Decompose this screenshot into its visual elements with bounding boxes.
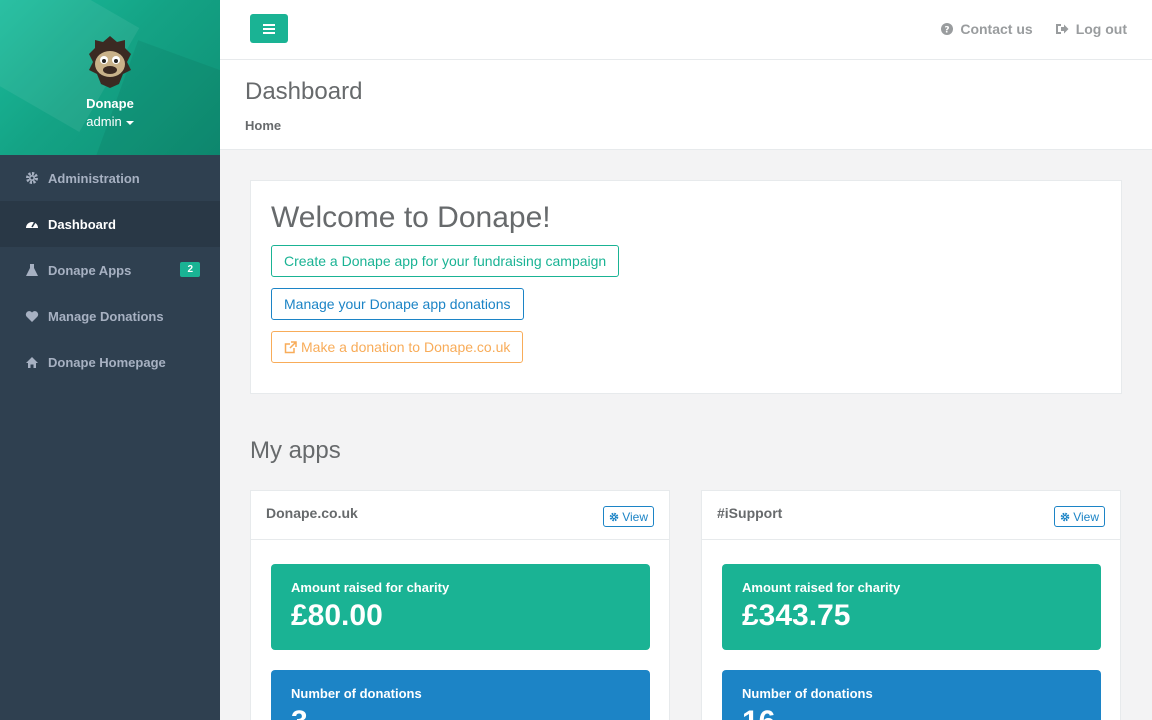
- menu-toggle-button[interactable]: [250, 14, 288, 43]
- manage-donations-button[interactable]: Manage your Donape app donations: [271, 288, 524, 320]
- create-app-button[interactable]: Create a Donape app for your fundraising…: [271, 245, 620, 277]
- app-panel: #iSupport View Amount raised for charity…: [701, 490, 1121, 720]
- user-name: admin: [86, 114, 122, 129]
- sidebar: Donape admin Administration Dashboard Do…: [0, 0, 220, 720]
- sidebar-item-dashboard[interactable]: Dashboard: [0, 201, 220, 247]
- top-navbar: ? Contact us Log out: [220, 0, 1152, 60]
- sidebar-item-administration[interactable]: Administration: [0, 155, 220, 201]
- sidebar-item-label: Donape Homepage: [48, 354, 166, 370]
- svg-text:?: ?: [945, 26, 950, 36]
- donations-count-value: 16: [742, 705, 1081, 720]
- breadcrumb-home[interactable]: Home: [245, 118, 281, 133]
- contact-us-label: Contact us: [960, 21, 1033, 37]
- amount-raised-label: Amount raised for charity: [291, 580, 450, 595]
- donations-count-label: Number of donations: [291, 686, 422, 701]
- view-app-button[interactable]: View: [1054, 506, 1105, 527]
- sidebar-item-label: Donape Apps: [48, 262, 132, 278]
- gear-icon: [24, 170, 40, 186]
- gear-icon: [1060, 512, 1070, 521]
- home-icon: [24, 354, 40, 370]
- page-heading: Dashboard Home: [220, 60, 1152, 150]
- app-name: #iSupport: [717, 505, 783, 521]
- amount-raised-label: Amount raised for charity: [742, 580, 901, 595]
- welcome-panel: Welcome to Donape! Create a Donape app f…: [250, 180, 1122, 394]
- apps-count-badge: 2: [180, 262, 200, 277]
- dashboard-icon: [24, 216, 40, 232]
- gear-icon: [609, 512, 619, 521]
- view-label: View: [622, 509, 648, 524]
- manage-donations-label: Manage your Donape app donations: [284, 296, 511, 312]
- monkey-logo-icon: [89, 36, 131, 88]
- sidebar-item-label: Administration: [48, 170, 140, 186]
- sidebar-item-manage-donations[interactable]: Manage Donations: [0, 293, 220, 339]
- amount-raised-widget: Amount raised for charity £80.00: [271, 564, 650, 650]
- create-app-label: Create a Donape app for your fundraising…: [284, 253, 607, 269]
- user-menu[interactable]: admin: [0, 114, 220, 129]
- donations-count-value: 3: [291, 705, 630, 720]
- sidebar-nav: Administration Dashboard Donape Apps 2 M…: [0, 155, 220, 385]
- view-label: View: [1073, 509, 1099, 524]
- donations-count-label: Number of donations: [742, 686, 873, 701]
- sidebar-item-donape-apps[interactable]: Donape Apps 2: [0, 247, 220, 293]
- sign-out-icon: [1055, 24, 1069, 34]
- contact-us-link[interactable]: ? Contact us: [941, 21, 1033, 37]
- make-donation-button[interactable]: Make a donation to Donape.co.uk: [271, 331, 524, 363]
- profile-header: Donape admin: [0, 0, 220, 155]
- sidebar-item-label: Dashboard: [48, 216, 116, 232]
- donations-count-widget: Number of donations 3: [271, 670, 650, 720]
- caret-down-icon: [125, 120, 134, 125]
- sidebar-item-label: Manage Donations: [48, 308, 164, 324]
- question-circle-icon: ?: [941, 23, 954, 36]
- donations-count-widget: Number of donations 16: [722, 670, 1101, 720]
- external-link-icon: [284, 340, 297, 353]
- hamburger-icon: [263, 23, 275, 34]
- app-name: Donape.co.uk: [266, 505, 358, 521]
- amount-raised-value: £80.00: [291, 599, 383, 632]
- make-donation-label: Make a donation to Donape.co.uk: [301, 339, 511, 355]
- heart-icon: [24, 308, 40, 324]
- flask-icon: [24, 262, 40, 278]
- my-apps-heading: My apps: [250, 437, 341, 464]
- sidebar-item-donape-homepage[interactable]: Donape Homepage: [0, 339, 220, 385]
- amount-raised-widget: Amount raised for charity £343.75: [722, 564, 1101, 650]
- view-app-button[interactable]: View: [603, 506, 654, 527]
- welcome-title: Welcome to Donape!: [271, 201, 551, 234]
- log-out-link[interactable]: Log out: [1055, 21, 1127, 37]
- page-title: Dashboard: [245, 78, 363, 105]
- brand-name: Donape: [86, 96, 134, 111]
- app-panel: Donape.co.uk View Amount raised for char…: [250, 490, 670, 720]
- log-out-label: Log out: [1075, 21, 1127, 37]
- amount-raised-value: £343.75: [742, 599, 851, 632]
